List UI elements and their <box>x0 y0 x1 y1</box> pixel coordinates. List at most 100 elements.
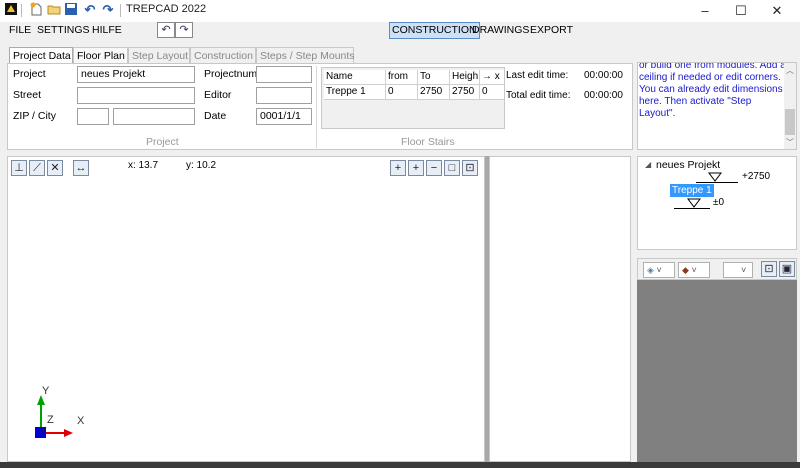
editor-label: Editor <box>204 89 232 101</box>
project-data-panel: Project neues Projekt Street ZIP / City … <box>7 63 633 150</box>
last-edit-time-value: 00:00:00 <box>584 70 623 81</box>
tree-item-treppe-1[interactable]: Treppe 1 <box>670 184 714 197</box>
date-label: Date <box>204 110 227 122</box>
3d-preview[interactable] <box>637 280 797 462</box>
tree-root-project[interactable]: neues Projekt <box>656 159 720 171</box>
perpendicular-tool-icon[interactable]: ⊥ <box>11 160 27 176</box>
column-header-to[interactable]: To <box>418 70 450 85</box>
project-group-caption: Project <box>146 136 179 148</box>
zip-input[interactable] <box>77 108 109 125</box>
z-axis-label: Z <box>47 414 54 426</box>
hint-box: or build one from modules. Add a ceiling… <box>637 62 797 150</box>
column-header-x[interactable]: → x <box>480 70 504 85</box>
editor-input[interactable] <box>256 87 312 104</box>
title-bar: ↶ ↷ TREPCAD 2022 – ☐ ✕ <box>0 0 800 22</box>
table-cell[interactable]: Treppe 1 <box>324 85 386 100</box>
table-cell[interactable]: 0 <box>386 85 418 100</box>
floor-plan-viewport[interactable]: ⊥ ⟋ ✕ ↔ x: 13.7 y: 10.2 + + − □ ⊡ Y X Z <box>7 156 485 462</box>
x-axis-label: X <box>77 415 85 427</box>
floor-stairs-table[interactable]: Name from To Heigh → x Treppe 1 0 2750 2… <box>321 67 505 129</box>
table-cell[interactable]: 2750 <box>418 85 450 100</box>
column-header-height[interactable]: Heigh <box>450 70 480 85</box>
diagonal-tool-icon[interactable]: ⟋ <box>29 160 45 176</box>
axis-gizmo: Y X Z <box>30 385 90 445</box>
level-line <box>696 182 738 183</box>
project-name-input[interactable]: neues Projekt <box>77 66 195 83</box>
divider <box>316 66 317 148</box>
floor-stairs-caption: Floor Stairs <box>401 136 455 148</box>
scroll-down-icon[interactable]: ﹀ <box>786 137 794 148</box>
open-folder-icon[interactable] <box>46 2 62 18</box>
divider <box>21 4 22 17</box>
column-header-name[interactable]: Name <box>324 70 386 85</box>
undo-button[interactable]: ↶ <box>157 22 175 38</box>
last-edit-time-label: Last edit time: <box>506 70 569 81</box>
render-mode-icon: ◈ <box>647 265 654 275</box>
scroll-up-icon[interactable]: ︿ <box>786 65 794 76</box>
save-icon[interactable] <box>63 2 79 18</box>
chevron-down-icon: ˅ <box>656 265 662 275</box>
minimize-button[interactable]: – <box>686 0 724 22</box>
hint-scrollbar[interactable]: ︿ ﹀ <box>784 63 796 149</box>
snapshot-icon[interactable]: ▣ <box>779 261 795 277</box>
y-axis-label: Y <box>42 385 50 397</box>
menu-file[interactable]: FILE <box>9 24 31 36</box>
street-input[interactable] <box>77 87 195 104</box>
tree-top-level: +2750 <box>742 171 771 182</box>
tab-steps-step-mounts[interactable]: Steps / Step Mounts <box>256 47 355 64</box>
expand-icon[interactable]: ◢ <box>645 160 651 169</box>
tab-project-data[interactable]: Project Data <box>9 47 73 64</box>
mode-export[interactable]: EXPORT <box>530 24 573 36</box>
new-file-icon[interactable] <box>28 2 44 18</box>
cursor-x-readout: x: 13.7 <box>128 160 159 171</box>
level-marker-icon <box>708 172 722 182</box>
zoom-in-icon[interactable]: + <box>390 160 406 176</box>
close-button[interactable]: ✕ <box>758 0 796 22</box>
table-cell[interactable]: 2750 <box>450 85 480 100</box>
menu-help[interactable]: HILFE <box>92 24 122 36</box>
column-header-from[interactable]: from <box>386 70 418 85</box>
project-tree[interactable]: ◢ neues Projekt +2750 Treppe 1 ±0 <box>637 156 797 250</box>
zip-city-label: ZIP / City <box>13 110 56 122</box>
mode-drawings[interactable]: DRAWINGS <box>472 24 529 36</box>
projectnum-label: Projectnum <box>204 68 258 80</box>
zoom-out-icon[interactable]: − <box>426 160 442 176</box>
side-view-pane[interactable] <box>489 156 631 462</box>
city-input[interactable] <box>113 108 195 125</box>
mode-construction[interactable]: CONSTRUCTION <box>389 22 480 39</box>
scroll-thumb[interactable] <box>785 109 795 135</box>
menu-settings[interactable]: SETTINGS <box>37 24 90 36</box>
material-icon: ◆ <box>682 265 689 275</box>
fit-view-icon[interactable]: ⊡ <box>462 160 478 176</box>
level-marker-icon <box>687 198 701 208</box>
delete-tool-icon[interactable]: ✕ <box>47 160 63 176</box>
render-mode-dropdown[interactable]: ◈ ˅ <box>643 262 675 278</box>
tab-construction[interactable]: Construction <box>190 47 256 64</box>
app-logo-icon[interactable] <box>3 2 19 18</box>
tab-floor-plan[interactable]: Floor Plan <box>73 47 128 64</box>
app-title: TREPCAD 2022 <box>126 3 207 15</box>
level-line <box>674 208 710 209</box>
redo-icon[interactable]: ↷ <box>100 2 116 18</box>
fit-preview-icon[interactable]: ⊡ <box>761 261 777 277</box>
redo-button[interactable]: ↷ <box>175 22 193 38</box>
maximize-button[interactable]: ☐ <box>722 0 760 22</box>
tab-step-layout[interactable]: Step Layout <box>128 47 190 64</box>
preview-toolbar: ◈ ˅ ◆ ˅ ˅ ⊡ ▣ <box>637 258 797 280</box>
frame-icon[interactable]: □ <box>444 160 460 176</box>
chevron-down-icon: ˅ <box>691 265 697 275</box>
add-icon[interactable]: + <box>408 160 424 176</box>
tree-bottom-level: ±0 <box>713 197 725 208</box>
chevron-down-icon: ˅ <box>741 265 747 275</box>
total-edit-time-value: 00:00:00 <box>584 90 623 101</box>
date-input[interactable]: 0001/1/1 <box>256 108 312 125</box>
undo-icon[interactable]: ↶ <box>82 2 98 18</box>
table-cell[interactable]: 0 <box>480 85 504 100</box>
projectnum-input[interactable] <box>256 66 312 83</box>
street-label: Street <box>13 89 42 101</box>
material-dropdown[interactable]: ◆ ˅ <box>678 262 710 278</box>
taskbar-strip <box>0 462 800 468</box>
dimension-tool-icon[interactable]: ↔ <box>73 160 89 176</box>
cursor-y-readout: y: 10.2 <box>186 160 217 171</box>
view-dropdown[interactable]: ˅ <box>723 262 753 278</box>
